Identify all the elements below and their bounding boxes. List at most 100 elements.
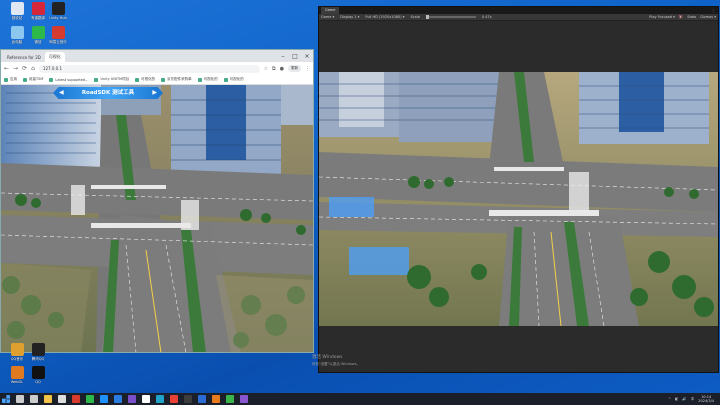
bookmark-item[interactable]: 用量TSM (23, 77, 43, 82)
unity-game-toolbar: Game Display 1 Full HD (1920x1080) Scale… (319, 14, 718, 21)
bookmark-label: 应用 (10, 77, 17, 81)
tab-menu-icon[interactable]: ⋮ (711, 8, 718, 13)
mute-icon[interactable]: 🔇 (679, 15, 683, 19)
desktop-icon[interactable]: 此电脑 (6, 26, 28, 44)
display-dropdown[interactable]: Display 1 (340, 15, 359, 19)
desktop-icon-label: 回收站 (11, 16, 23, 20)
wechat-icon[interactable] (86, 395, 94, 403)
bookmark-item[interactable]: 可视化的 (197, 77, 218, 82)
extensions-icon[interactable]: ⧉ (272, 66, 276, 72)
back-icon[interactable]: ← (4, 65, 9, 72)
app-purple-icon[interactable] (240, 395, 248, 403)
page-title: RoadSDK 测试工具 (81, 90, 135, 96)
taskbar: ^ ◧ 🔊 中 10:14 2024/3/4 (0, 393, 720, 405)
start-button-icon[interactable] (2, 395, 10, 403)
clock-date: 2024/3/4 (698, 399, 714, 403)
scale-slider[interactable] (425, 15, 476, 19)
display-mode-dropdown[interactable]: Game (321, 15, 334, 19)
bookmark-item[interactable]: Latest supported... (49, 77, 89, 82)
desktop-icon[interactable]: QQ (27, 366, 49, 384)
page-title-banner: ◀ RoadSDK 测试工具 ▶ (53, 87, 163, 99)
clock[interactable]: 10:14 2024/3/4 (698, 395, 714, 403)
forward-icon[interactable]: → (13, 65, 18, 72)
netease-cloud-icon[interactable] (72, 395, 80, 403)
chrome-icon[interactable] (170, 395, 178, 403)
desktop-icon-label: 有道翻译 (31, 16, 45, 20)
game-viewport[interactable] (319, 72, 718, 326)
bookmark-item[interactable]: Unity UNITM项目 (94, 77, 129, 82)
city-scene-right[interactable] (319, 72, 718, 326)
bookmarks-bar: 应用 用量TSM Latest supported... Unity UNITM项目 可… (1, 75, 313, 85)
vs-code-icon[interactable] (114, 395, 122, 403)
app-icon (51, 26, 65, 39)
bookmark-item[interactable]: 可视化的 (223, 77, 244, 82)
edge-icon[interactable] (156, 395, 164, 403)
menu-icon[interactable]: ⋮ (305, 66, 310, 72)
browser-window: Reference for 3D 可视化 – □ × ← → ⟳ ⌂ 127.0… (0, 49, 314, 353)
right-arrow-icon[interactable]: ▶ (152, 87, 157, 99)
bookmark-label: 可视化的 (203, 77, 218, 81)
reload-icon[interactable]: ⟳ (22, 65, 27, 72)
bookmark-item[interactable]: 应用 (4, 77, 17, 82)
desktop: Reference for 3D 可视化 – □ × ← → ⟳ ⌂ 127.0… (0, 0, 720, 393)
resolution-dropdown[interactable]: Full HD (1920x1080) (365, 15, 404, 19)
desktop-icon-label: 微信 (34, 40, 42, 44)
taskbar-apps (2, 395, 248, 403)
volume-icon[interactable]: 🔊 (682, 397, 686, 401)
scale-label: Scale (410, 15, 420, 19)
minimize-icon[interactable]: – (277, 53, 289, 60)
bookmark-icon (135, 77, 140, 82)
update-button[interactable]: 更新 (288, 65, 301, 72)
app-icon (31, 343, 45, 356)
gizmos-dropdown[interactable]: Gizmos (700, 15, 716, 19)
bookmark-label: 可视化的 (141, 77, 156, 81)
app-icon (10, 26, 24, 39)
app-green-icon[interactable] (226, 395, 234, 403)
unity-icon[interactable] (142, 395, 150, 403)
desktop-icon[interactable]: 有道翻译 (27, 2, 49, 20)
file-explorer-icon[interactable] (44, 395, 52, 403)
desktop-icon-label: 网易云音乐 (49, 40, 67, 44)
maximize-icon[interactable]: □ (289, 53, 301, 60)
bookmark-label: Unity UNITM项目 (100, 77, 130, 81)
qq-icon[interactable] (100, 395, 108, 403)
desktop-icon[interactable]: 回收站 (6, 2, 28, 20)
browser-tab-active[interactable]: 可视化 (44, 52, 65, 62)
bookmark-icon (23, 77, 27, 82)
address-bar[interactable]: 127.0.0.1 (38, 64, 260, 73)
desktop-icon[interactable]: QQ音乐 (6, 343, 28, 361)
home-icon[interactable]: ⌂ (31, 65, 35, 72)
desktop-icon[interactable]: Unity Hub (47, 2, 69, 20)
bookmark-label: Latest supported... (55, 77, 89, 82)
bookmark-item[interactable]: 京东配件采购单 (161, 77, 192, 82)
city-scene-left[interactable] (1, 85, 313, 353)
webgl-page[interactable]: ◀ RoadSDK 测试工具 ▶ (1, 85, 313, 353)
desktop-icon[interactable]: 微信 (27, 26, 49, 44)
close-icon[interactable]: × (301, 53, 313, 60)
app-blue-icon[interactable] (198, 395, 206, 403)
desktop-icon-label: QQ音乐 (10, 357, 24, 361)
stats-button[interactable]: Stats (687, 15, 696, 19)
desktop-icon[interactable]: 网易云音乐 (47, 26, 69, 44)
desktop-icon[interactable]: 腾讯QQ (27, 343, 49, 361)
browser-tab[interactable]: Reference for 3D (3, 52, 45, 62)
terminal-icon[interactable] (184, 395, 192, 403)
play-focus-dropdown[interactable]: Play Focused (649, 15, 675, 19)
search-button-icon[interactable] (16, 395, 24, 403)
ime-indicator[interactable]: 中 (691, 397, 695, 402)
task-view-icon[interactable] (30, 395, 38, 403)
game-tab[interactable]: Game (321, 7, 340, 14)
star-icon[interactable]: ☆ (264, 66, 268, 72)
left-arrow-icon[interactable]: ◀ (59, 87, 64, 99)
network-icon[interactable]: ◧ (675, 397, 678, 401)
desktop-icon-label: QQ (35, 380, 41, 384)
tray-expand-icon[interactable]: ^ (668, 397, 671, 401)
desktop-icon[interactable]: WebGL (6, 366, 28, 384)
visual-studio-icon[interactable] (128, 395, 136, 403)
app-orange-icon[interactable] (212, 395, 220, 403)
bookmark-item[interactable]: 可视化的 (135, 77, 155, 82)
bookmark-label: 可视化的 (229, 77, 244, 81)
unity-hub-icon[interactable] (58, 395, 66, 403)
bookmark-icon (49, 77, 54, 82)
profile-icon[interactable]: ● (280, 66, 284, 72)
